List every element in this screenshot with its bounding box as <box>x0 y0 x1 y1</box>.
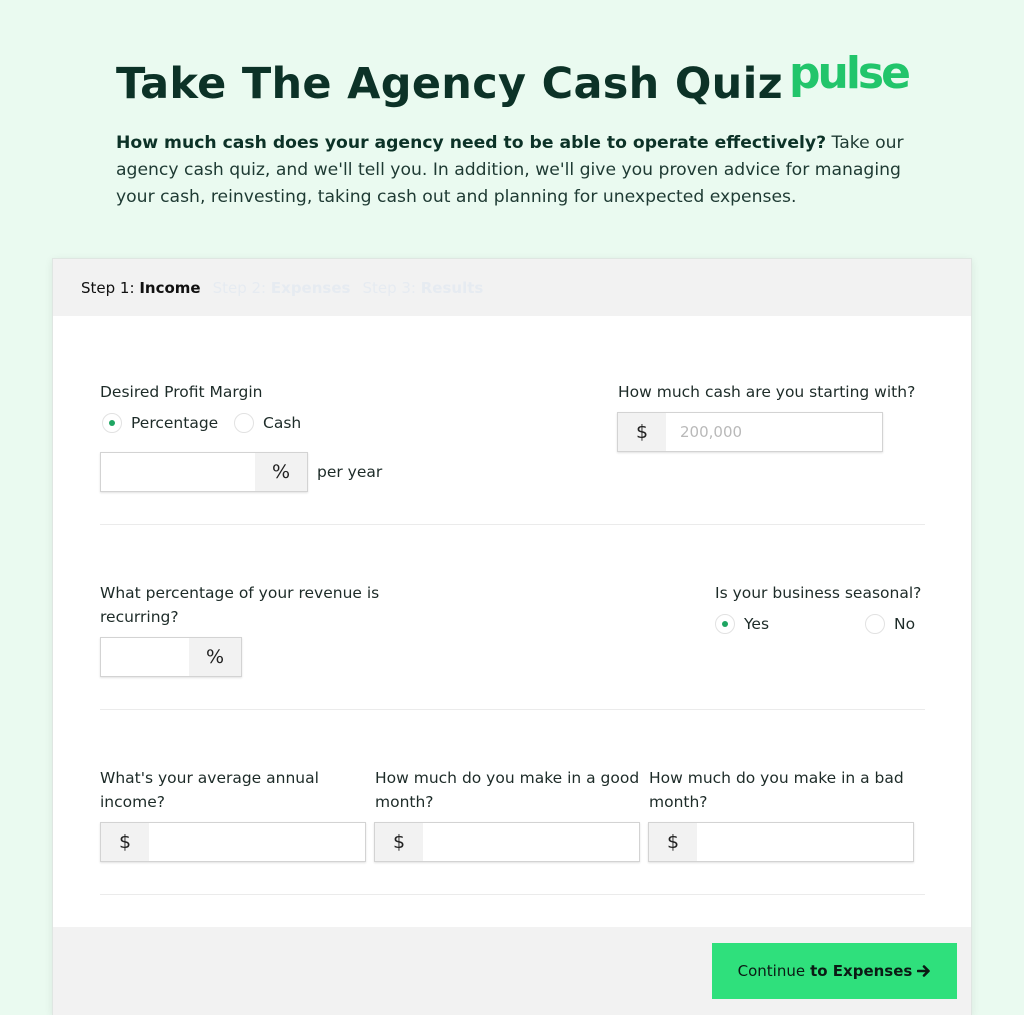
percentage-label: Percentage <box>131 414 219 432</box>
bad-month-field: $ <box>648 822 914 862</box>
step-1-tab[interactable]: Step 1: Income <box>81 279 201 297</box>
step-2-tab[interactable]: Step 2: Expenses <box>213 279 351 297</box>
annual-income-label: What's your average annual income? <box>100 769 319 811</box>
continue-button[interactable]: Continue to Expenses <box>712 943 957 999</box>
starting-cash-label: How much cash are you starting with? <box>618 383 916 401</box>
bad-month-input[interactable] <box>697 823 913 861</box>
no-option[interactable]: No <box>865 614 915 634</box>
annual-income-input[interactable] <box>149 823 365 861</box>
pulse-logo[interactable]: pulse <box>789 48 911 100</box>
dollar-addon: $ <box>101 823 149 861</box>
yes-option[interactable]: Yes <box>715 614 769 634</box>
per-year-suffix: per year <box>317 463 383 481</box>
starting-cash-field: $ <box>617 412 883 452</box>
good-month-label: How much do you make in a good month? <box>375 769 640 811</box>
dollar-addon: $ <box>649 823 697 861</box>
divider <box>100 524 925 525</box>
percent-addon: % <box>189 638 241 676</box>
intro-bold: How much cash does your agency need to b… <box>116 133 827 153</box>
good-month-field: $ <box>374 822 640 862</box>
recurring-input[interactable] <box>101 638 189 676</box>
no-label: No <box>894 615 916 633</box>
annual-income-field: $ <box>100 822 366 862</box>
percent-addon: % <box>255 453 307 491</box>
step-1-prefix: Step 1: <box>81 278 135 297</box>
cash-radio[interactable] <box>234 413 254 433</box>
starting-cash-input[interactable] <box>666 413 882 451</box>
step-2-name: Expenses <box>270 278 351 297</box>
profit-margin-field: % <box>100 452 308 492</box>
step-3-prefix: Step 3: <box>362 278 416 297</box>
continue-bold: to Expenses <box>810 962 913 980</box>
divider <box>100 709 925 710</box>
cash-label: Cash <box>263 414 302 432</box>
divider <box>100 894 925 895</box>
yes-radio[interactable] <box>715 614 735 634</box>
recurring-label: What percentage of your revenue is recur… <box>100 584 380 626</box>
quiz-card: Step 1: Income Step 2: Expenses Step 3: … <box>52 258 972 1015</box>
cash-option[interactable]: Cash <box>234 413 301 433</box>
bad-month-label: How much do you make in a bad month? <box>649 769 904 811</box>
percentage-option[interactable]: Percentage <box>102 413 218 433</box>
yes-label: Yes <box>744 615 770 633</box>
seasonal-label: Is your business seasonal? <box>715 584 922 602</box>
arrow-right-icon <box>917 965 931 977</box>
step-2-prefix: Step 2: <box>212 278 267 297</box>
percentage-radio[interactable] <box>102 413 122 433</box>
step-1-name: Income <box>139 278 201 297</box>
dollar-addon: $ <box>375 823 423 861</box>
profit-margin-input[interactable] <box>101 453 255 491</box>
recurring-field: % <box>100 637 242 677</box>
dollar-addon: $ <box>618 413 666 451</box>
good-month-input[interactable] <box>423 823 639 861</box>
intro-text: How much cash does your agency need to b… <box>116 130 916 211</box>
step-tabs: Step 1: Income Step 2: Expenses Step 3: … <box>53 259 971 316</box>
profit-margin-label: Desired Profit Margin <box>100 383 263 401</box>
step-3-name: Results <box>420 278 484 297</box>
card-footer: Continue to Expenses <box>53 927 971 1015</box>
step-3-tab[interactable]: Step 3: Results <box>362 279 483 297</box>
no-radio[interactable] <box>865 614 885 634</box>
continue-prefix: Continue <box>737 962 806 980</box>
